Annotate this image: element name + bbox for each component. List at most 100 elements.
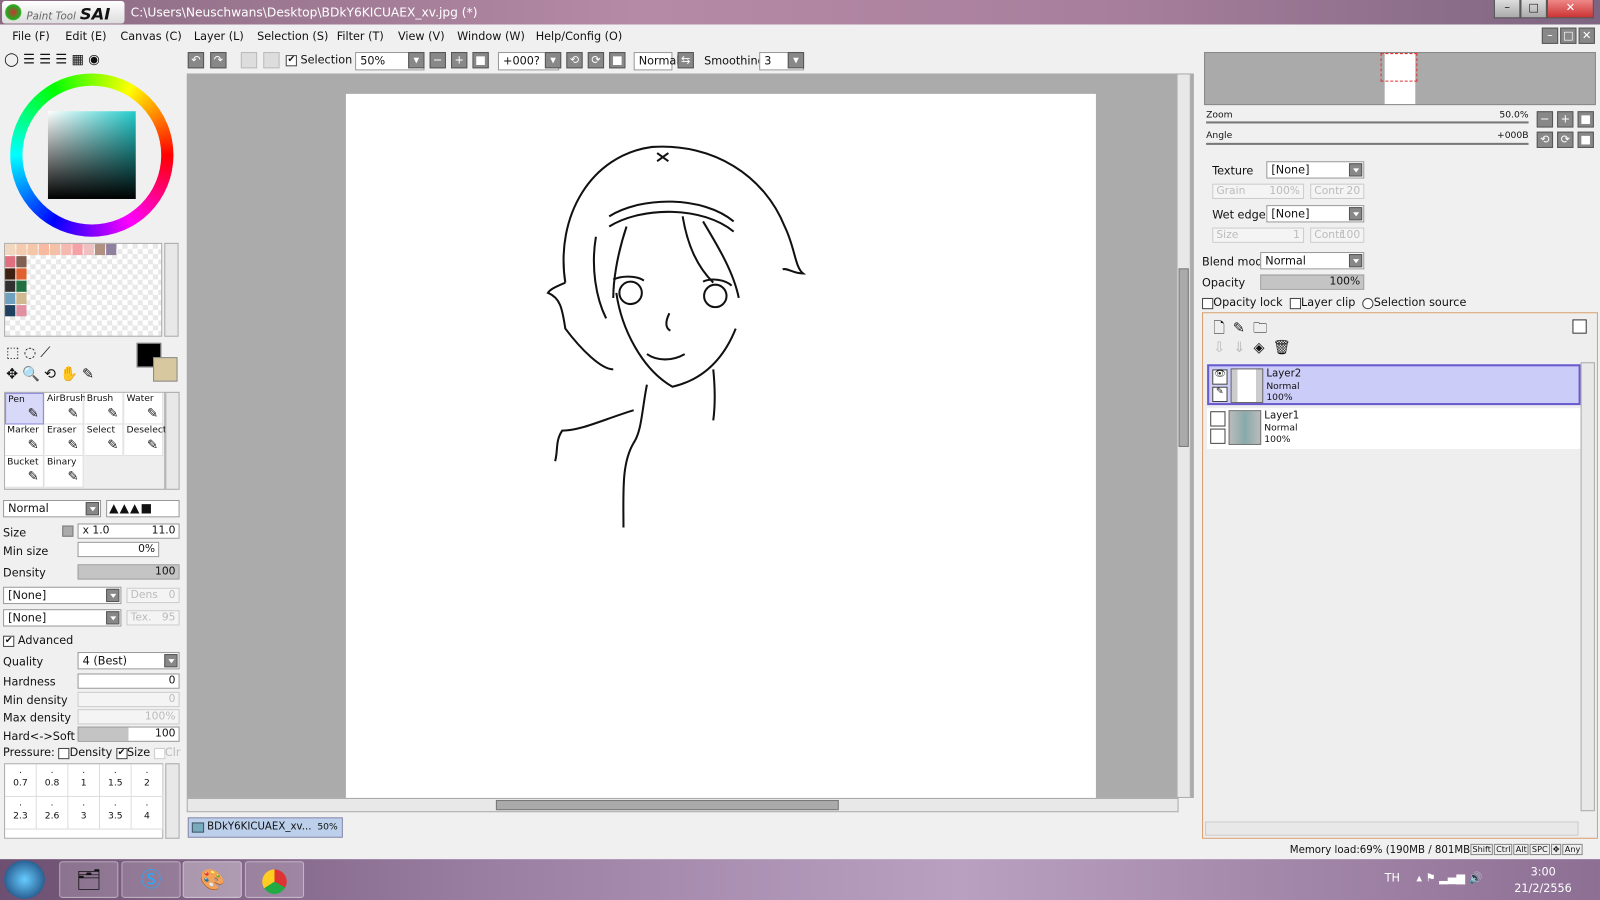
clock-time[interactable]: 3:00 bbox=[1531, 865, 1556, 878]
layer-visibility-toggle[interactable] bbox=[1210, 411, 1226, 427]
zoom-reset-icon[interactable]: ■ bbox=[472, 52, 489, 69]
canvas-area[interactable] bbox=[186, 73, 1194, 798]
taskbar-chrome[interactable] bbox=[244, 861, 305, 898]
hardness-field[interactable]: 0 bbox=[77, 673, 180, 689]
layer-blend-dropdown[interactable]: Normal bbox=[1260, 252, 1365, 270]
taskbar-skype[interactable]: Ⓢ bbox=[121, 861, 181, 898]
color-swatch[interactable] bbox=[5, 256, 16, 268]
clear-layer-icon[interactable]: ◈ bbox=[1254, 340, 1273, 356]
size-lock-button[interactable] bbox=[62, 525, 74, 537]
mdi-restore-button[interactable]: □ bbox=[1560, 27, 1577, 44]
brush-size-preset[interactable]: · 2.6 bbox=[36, 796, 69, 830]
menu-file[interactable]: File (F) bbox=[12, 30, 50, 43]
tool-binary[interactable]: Binary ✎ bbox=[44, 456, 84, 488]
layer-visibility-toggle[interactable]: 👁 bbox=[1212, 369, 1228, 385]
mdi-close-button[interactable]: ✕ bbox=[1578, 27, 1595, 44]
layer-scrollbar[interactable] bbox=[1580, 362, 1595, 812]
brush-shape-dropdown[interactable]: [None] bbox=[3, 586, 122, 605]
merge-down-icon[interactable]: ⇓ bbox=[1233, 340, 1253, 356]
tool-bucket[interactable]: Bucket ✎ bbox=[5, 456, 44, 488]
color-swatch[interactable] bbox=[5, 243, 16, 256]
redo-icon[interactable]: ↷ bbox=[210, 52, 227, 69]
color-swatch[interactable] bbox=[106, 243, 117, 256]
rotate-left-icon[interactable]: ⟲ bbox=[566, 52, 583, 69]
menu-window[interactable]: Window (W) bbox=[457, 30, 525, 43]
close-button[interactable]: ✕ bbox=[1546, 0, 1594, 19]
nav-rotate-right-icon[interactable]: ⟳ bbox=[1557, 131, 1574, 148]
layer-lock-toggle[interactable]: ✎ bbox=[1212, 386, 1228, 403]
color-swatch[interactable] bbox=[61, 243, 72, 256]
tool-eraser[interactable]: Eraser ✎ bbox=[44, 424, 84, 457]
smoothing-arrow-icon[interactable]: ▾ bbox=[787, 52, 805, 69]
layer-row[interactable]: 👁 ✎ Layer2 Normal 100% bbox=[1207, 364, 1581, 406]
nav-zoom-reset-icon[interactable]: ■ bbox=[1577, 111, 1594, 128]
deselect-icon[interactable] bbox=[240, 52, 258, 69]
brush-shape-selector[interactable]: ▲▲▲■ bbox=[106, 499, 180, 518]
invert-selection-icon[interactable] bbox=[263, 52, 280, 69]
saturation-value-square[interactable] bbox=[47, 111, 136, 199]
brush-size-preset[interactable]: · 0.7 bbox=[5, 764, 37, 797]
nav-angle-slider[interactable] bbox=[1206, 142, 1529, 145]
tool-deselect[interactable]: Deselect ✎ bbox=[124, 424, 167, 457]
secondary-color[interactable] bbox=[153, 357, 178, 382]
advanced-checkbox[interactable]: ✔ bbox=[3, 635, 15, 647]
menu-layer[interactable]: Layer (L) bbox=[194, 30, 244, 43]
advanced-toggle[interactable]: ✔ Advanced bbox=[3, 634, 73, 647]
transfer-down-icon[interactable]: ⇩ bbox=[1213, 340, 1233, 356]
color-swatch[interactable] bbox=[5, 268, 16, 280]
layer-panel-menu-icon[interactable] bbox=[1572, 319, 1587, 334]
tool-marker[interactable]: Marker ✎ bbox=[5, 424, 44, 457]
color-swatch[interactable] bbox=[16, 292, 27, 305]
navigator-preview[interactable] bbox=[1204, 52, 1596, 106]
size-field[interactable]: x 1.0 11.0 bbox=[77, 523, 180, 539]
blend-mode-dropdown[interactable]: Normal bbox=[3, 499, 102, 518]
tool-brush[interactable]: Brush ✎ bbox=[84, 392, 124, 425]
menu-filter[interactable]: Filter (T) bbox=[337, 30, 384, 43]
new-layer-icon[interactable]: 🗋 bbox=[1213, 320, 1233, 336]
tool-scrollbar[interactable] bbox=[165, 391, 180, 490]
tray-icons[interactable]: ▴ ⚑ ▂▄▆ 🔊 bbox=[1416, 871, 1482, 884]
tool-pen[interactable]: Pen ✎ bbox=[5, 392, 44, 425]
brush-texture-dropdown[interactable]: [None] bbox=[3, 609, 122, 627]
rotate-right-icon[interactable]: ⟳ bbox=[587, 52, 605, 69]
brush-size-preset[interactable]: · 2.3 bbox=[5, 796, 37, 830]
brush-size-preset[interactable]: · 1 bbox=[68, 764, 100, 797]
color-swatch[interactable] bbox=[16, 268, 27, 280]
preset-scrollbar[interactable] bbox=[165, 763, 180, 839]
new-linework-layer-icon[interactable]: ✎ bbox=[1233, 320, 1253, 336]
canvas-paper[interactable] bbox=[345, 93, 1096, 798]
nav-zoom-slider[interactable] bbox=[1206, 121, 1529, 124]
menu-edit[interactable]: Edit (E) bbox=[65, 30, 106, 43]
color-swatch[interactable] bbox=[16, 256, 27, 268]
color-swatch[interactable] bbox=[49, 243, 61, 256]
color-wheel[interactable] bbox=[10, 73, 174, 237]
color-swatch[interactable] bbox=[16, 305, 27, 317]
tool-airbrush[interactable]: AirBrush ✎ bbox=[44, 392, 86, 425]
selection-tools[interactable]: ⬚◌⟋ bbox=[6, 345, 54, 361]
color-swatch[interactable] bbox=[5, 305, 16, 317]
color-swatch[interactable] bbox=[83, 243, 94, 256]
swatch-grid[interactable] bbox=[4, 242, 163, 337]
tool-water[interactable]: Water ✎ bbox=[124, 392, 164, 425]
new-folder-icon[interactable]: 🗀 bbox=[1253, 320, 1275, 336]
pressure-size-checkbox[interactable]: ✔ bbox=[115, 747, 128, 759]
zoom-in-icon[interactable]: + bbox=[451, 52, 468, 69]
tool-select[interactable]: Select ✎ bbox=[84, 424, 124, 457]
selection-source-radio[interactable] bbox=[1362, 297, 1374, 309]
selection-checkbox[interactable]: ✔ bbox=[285, 54, 297, 66]
nav-rotate-left-icon[interactable]: ⟲ bbox=[1536, 131, 1554, 148]
color-swatch[interactable] bbox=[5, 292, 16, 305]
color-panel-tabs[interactable]: ◯ ☰ ☰ ☰ ▦ ◉ bbox=[4, 52, 100, 67]
color-swatch[interactable] bbox=[5, 280, 16, 292]
quality-dropdown[interactable]: 4 (Best) bbox=[77, 652, 180, 670]
canvas-vertical-scrollbar[interactable] bbox=[1176, 73, 1191, 798]
color-swatch[interactable] bbox=[27, 243, 38, 256]
hardsoft-slider[interactable]: 100 bbox=[77, 726, 180, 742]
brush-size-preset[interactable]: · 0.8 bbox=[36, 764, 69, 797]
color-swatch[interactable] bbox=[16, 243, 27, 256]
selection-toggle[interactable]: ✔ Selection bbox=[285, 53, 352, 66]
nav-zoom-out-icon[interactable]: − bbox=[1536, 111, 1554, 128]
color-swatch[interactable] bbox=[16, 280, 27, 292]
menu-help[interactable]: Help/Config (O) bbox=[536, 30, 623, 43]
minimize-button[interactable]: – bbox=[1493, 0, 1521, 19]
